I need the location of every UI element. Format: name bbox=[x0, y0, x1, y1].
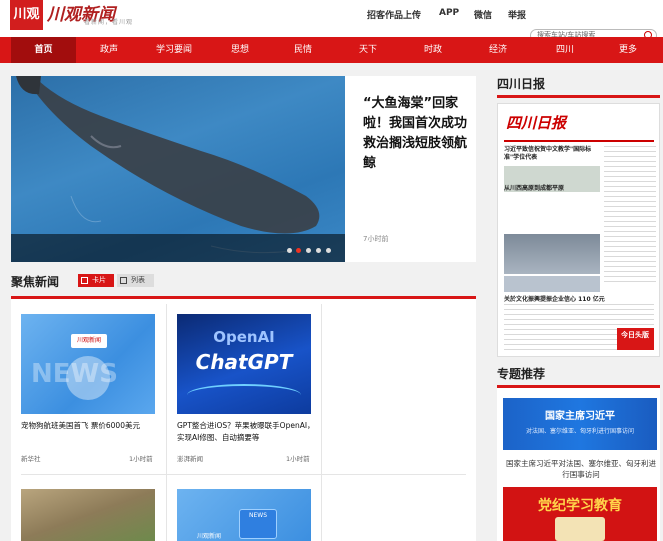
carousel-dot[interactable] bbox=[306, 248, 311, 253]
logo-mark[interactable]: 川观 bbox=[10, 0, 43, 30]
card-title[interactable]: 宠物狗航班美国首飞 票价6000美元 bbox=[21, 420, 161, 432]
topic-banner-sub: 对法国、塞尔维亚、匈牙利进行国事访问 bbox=[525, 428, 634, 435]
carousel-dot-active[interactable] bbox=[296, 248, 301, 253]
nav-item-home[interactable]: 首页 bbox=[11, 37, 76, 63]
card-source: 澎湃新闻 bbox=[177, 455, 203, 463]
card-image[interactable]: OpenAI ChatGPT bbox=[177, 314, 311, 414]
nav-item-sichuan[interactable]: 四川 bbox=[545, 37, 585, 63]
book-icon bbox=[555, 517, 605, 541]
nav-item-world[interactable]: 天下 bbox=[348, 37, 388, 63]
hero-caption-bar bbox=[11, 234, 345, 262]
hero-carousel[interactable]: “大鱼海棠”回家啦！我国首次成功救治搁浅短肢领航鲸 7小时前 bbox=[11, 76, 476, 262]
focus-news-title: 聚焦新闻 bbox=[11, 275, 60, 289]
paper-sub3: 关於文化振興提振企业信心 110 亿元 bbox=[504, 296, 605, 303]
nav-item-economy[interactable]: 经济 bbox=[478, 37, 518, 63]
card-image[interactable] bbox=[21, 489, 155, 541]
today-front-page-button[interactable]: 今日头版 bbox=[617, 328, 654, 350]
nav-item-politics[interactable]: 时政 bbox=[413, 37, 453, 63]
column-divider bbox=[321, 304, 322, 541]
globe-icon bbox=[66, 356, 110, 400]
hero-image-whale[interactable] bbox=[11, 76, 345, 262]
card-badge: 川观新闻 bbox=[71, 334, 107, 348]
tab-list-label: 列表 bbox=[131, 276, 145, 284]
main-nav: 首页 政声 学习要闻 思想 民情 天下 时政 经济 四川 更多 bbox=[0, 37, 663, 63]
tab-list-view[interactable]: 列表 bbox=[117, 274, 154, 287]
card-image[interactable]: NEWS 川观新闻 bbox=[177, 489, 311, 541]
top-link-report[interactable]: 举报 bbox=[508, 8, 526, 21]
paper-rule bbox=[504, 140, 654, 142]
topic-banner-discipline[interactable]: 党纪学习教育 bbox=[503, 487, 657, 541]
topic-banner-title: 党纪学习教育 bbox=[538, 498, 622, 514]
paper-photo bbox=[504, 234, 600, 274]
list-icon bbox=[120, 277, 127, 284]
news-card-grid: 川观新闻 NEWS 宠物狗航班美国首飞 票价6000美元 新华社 1小时前 Op… bbox=[11, 299, 476, 541]
newspaper-front-page[interactable]: 四川日报 习近平致信祝贺中文教学"国际标准"学位代表 从川西高原到成都平原 关於… bbox=[497, 103, 660, 357]
paper-headline: 习近平致信祝贺中文教学"国际标准"学位代表 bbox=[504, 146, 592, 161]
tab-card-view[interactable]: 卡片 bbox=[78, 274, 114, 287]
nav-item-zhengsheng[interactable]: 政声 bbox=[88, 37, 130, 63]
topic-banner-president[interactable]: 国家主席习近平 对法国、塞尔维亚、匈牙利进行国事访问 bbox=[503, 398, 657, 450]
topic-link[interactable]: 国家主席习近平对法国、塞尔维亚、匈牙利进行国事访问 bbox=[503, 458, 659, 480]
carousel-dot[interactable] bbox=[326, 248, 331, 253]
nav-item-people[interactable]: 民情 bbox=[283, 37, 323, 63]
row-divider bbox=[21, 474, 466, 475]
paper-column-text bbox=[604, 146, 656, 286]
paper-divider bbox=[497, 95, 660, 98]
column-divider bbox=[166, 304, 167, 541]
card-image[interactable]: 川观新闻 NEWS bbox=[21, 314, 155, 414]
card-time: 1小时前 bbox=[286, 455, 310, 463]
nav-item-more[interactable]: 更多 bbox=[608, 37, 648, 63]
card-badge: 川观新闻 bbox=[197, 533, 222, 540]
top-link-app[interactable]: APP bbox=[439, 8, 459, 18]
carousel-dot[interactable] bbox=[316, 248, 321, 253]
card-title[interactable]: GPT整合进iOS？苹果被曝联手OpenAI，实现AI修图、自动摘要等 bbox=[177, 420, 317, 444]
hero-title[interactable]: “大鱼海棠”回家啦！我国首次成功救治搁浅短肢领航鲸 bbox=[363, 94, 471, 174]
top-link-upload[interactable]: 招客作品上传 bbox=[367, 8, 421, 21]
top-link-wechat[interactable]: 微信 bbox=[474, 8, 492, 21]
nav-item-thought[interactable]: 思想 bbox=[220, 37, 260, 63]
topic-banner-title: 国家主席习近平 bbox=[545, 411, 615, 422]
card-img-text-chatgpt: ChatGPT bbox=[195, 350, 293, 374]
logo-slogan: 看新闻，看川观 bbox=[84, 19, 134, 26]
topic-section-title: 专题推荐 bbox=[497, 367, 546, 381]
tab-card-label: 卡片 bbox=[92, 276, 106, 284]
paper-sub1: 从川西高原到成都平原 bbox=[504, 185, 565, 192]
paper-section-title: 四川日报 bbox=[497, 77, 546, 91]
card-watermark: NEWS bbox=[239, 509, 277, 539]
card-time: 1小时前 bbox=[129, 455, 153, 463]
paper-photo bbox=[504, 276, 600, 292]
card-source: 新华社 bbox=[21, 455, 41, 463]
nav-item-study[interactable]: 学习要闻 bbox=[148, 37, 200, 63]
grid-icon bbox=[81, 277, 88, 284]
hero-time: 7小时前 bbox=[363, 235, 389, 243]
card-img-text-openai: OpenAI bbox=[213, 328, 275, 346]
wave-decoration bbox=[187, 384, 301, 406]
carousel-dot[interactable] bbox=[287, 248, 292, 253]
paper-masthead: 四川日报 bbox=[506, 114, 567, 132]
